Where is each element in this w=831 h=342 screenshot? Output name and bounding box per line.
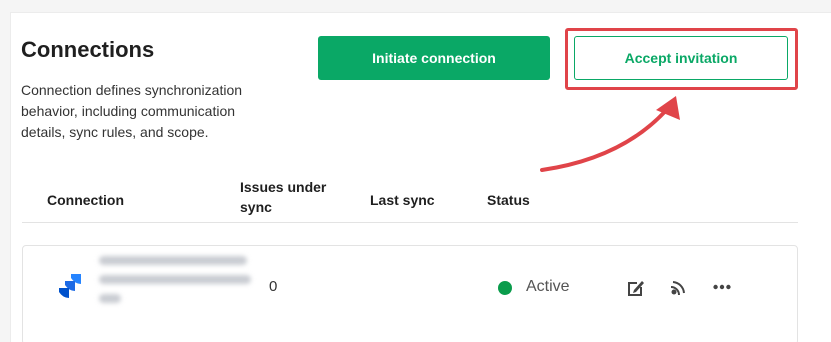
column-header-status: Status [487, 192, 530, 208]
status-active-dot [498, 281, 512, 295]
issues-under-sync-value: 0 [269, 278, 278, 295]
jira-icon [59, 274, 83, 305]
status-text: Active [526, 278, 570, 295]
column-header-issues-under-sync: Issues under sync [240, 179, 327, 215]
table-header-divider [22, 222, 798, 223]
table-row[interactable]: 0 Active [22, 245, 798, 342]
edit-icon[interactable] [625, 277, 647, 299]
initiate-connection-button[interactable]: Initiate connection [318, 36, 550, 80]
connection-name-redacted[interactable] [99, 256, 259, 313]
column-header-last-sync: Last sync [370, 192, 435, 208]
more-icon[interactable] [711, 276, 733, 298]
sync-icon[interactable] [667, 277, 689, 299]
page-description: Connection defines synchronization behav… [21, 82, 243, 140]
column-header-connection: Connection [47, 192, 124, 208]
accept-invitation-button[interactable]: Accept invitation [574, 36, 788, 80]
page-title: Connections [21, 37, 155, 62]
annotation-arrow [540, 96, 680, 172]
